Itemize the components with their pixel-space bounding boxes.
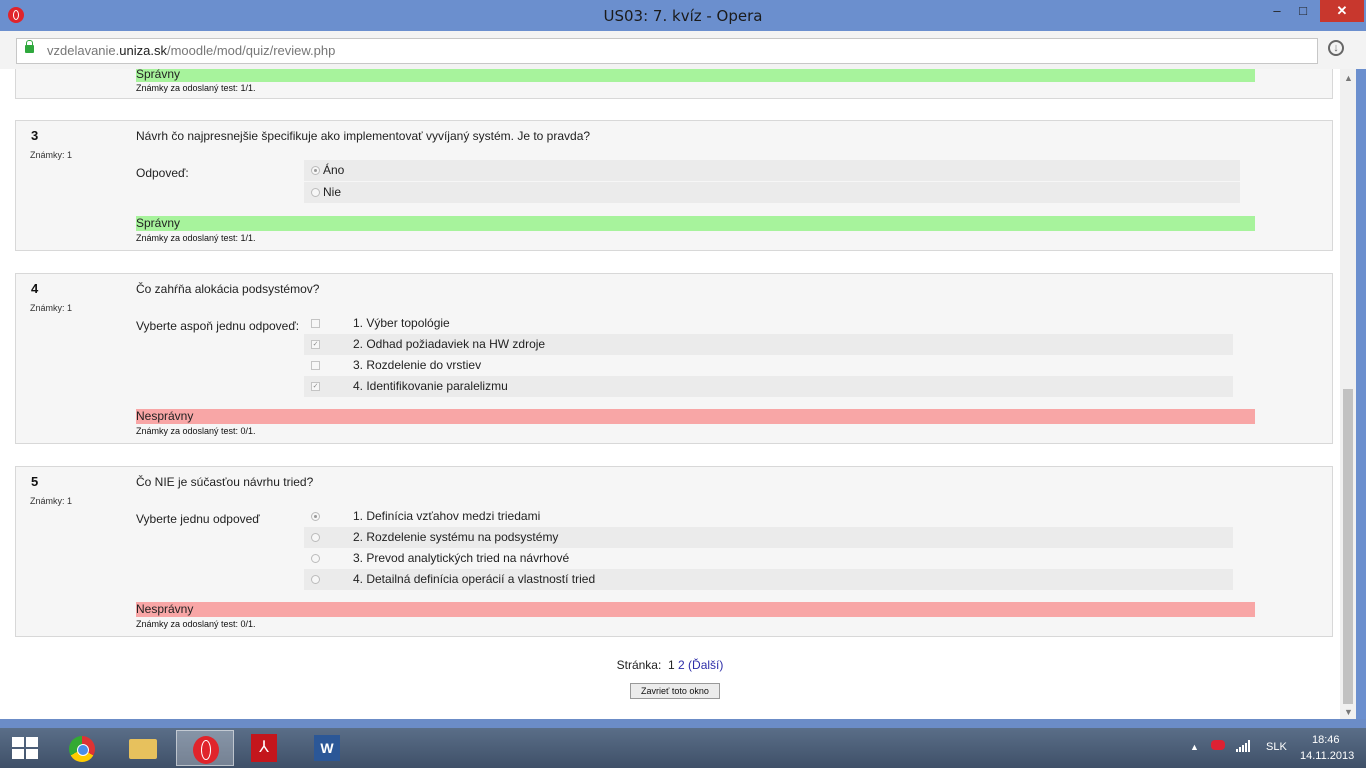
- lock-icon: [25, 40, 34, 53]
- question-5: 5 Známky: 1 Čo NIE je súčasťou návrhu tr…: [15, 466, 1333, 637]
- question-text: Návrh čo najpresnejšie špecifikuje ako i…: [136, 129, 591, 143]
- answer-label: Odpoveď:: [136, 166, 189, 180]
- taskbar: ⅄ W ▲ SLK 18:46 14.11.2013: [0, 728, 1366, 768]
- question-number: 3: [31, 128, 39, 143]
- window-border: [1356, 69, 1366, 719]
- score-text: Známky za odoslaný test: 1/1.: [136, 233, 256, 243]
- answer-option[interactable]: 1. Výber topológie: [304, 313, 1233, 334]
- radio-button[interactable]: [311, 512, 320, 521]
- radio-button[interactable]: [311, 575, 320, 584]
- answer-option[interactable]: ✓ 2. Odhad požiadaviek na HW zdroje: [304, 334, 1233, 355]
- question-marks: Známky: 1: [30, 496, 73, 506]
- radio-button[interactable]: [311, 554, 320, 563]
- answer-option[interactable]: Áno: [304, 160, 1240, 181]
- word-icon: W: [314, 735, 340, 761]
- answer-option[interactable]: 4. Detailná definícia operácií a vlastno…: [304, 569, 1233, 590]
- taskbar-word[interactable]: W: [299, 730, 357, 766]
- question-text: Čo zahŕňa alokácia podsystémov?: [136, 282, 320, 296]
- close-window-button[interactable]: ✕: [1320, 0, 1364, 22]
- maximize-button[interactable]: □: [1290, 0, 1316, 22]
- question-number: 4: [31, 281, 39, 296]
- page-viewport: Správny Známky za odoslaný test: 1/1. 3 …: [0, 69, 1340, 719]
- page-1-link[interactable]: 1: [668, 658, 675, 672]
- answer-option[interactable]: 1. Definícia vzťahov medzi triedami: [304, 506, 1233, 527]
- answer-option[interactable]: Nie: [304, 182, 1240, 203]
- window-title: US03: 7. kvíz - Opera: [603, 7, 763, 25]
- answer-option[interactable]: 3. Prevod analytických tried na návrhové: [304, 548, 1233, 569]
- scroll-up-arrow-icon[interactable]: ▲: [1344, 73, 1353, 83]
- pager-label: Stránka:: [616, 658, 662, 672]
- folder-icon: [129, 739, 157, 759]
- checkbox[interactable]: [311, 361, 320, 370]
- status-badge: Nesprávny: [136, 602, 1255, 617]
- taskbar-opera[interactable]: [176, 730, 234, 766]
- language-indicator[interactable]: SLK: [1266, 741, 1287, 753]
- pagination: Stránka: 1 2 (Ďalší): [0, 658, 1340, 672]
- question-number: 5: [31, 474, 39, 489]
- answer-option[interactable]: 3. Rozdelenie do vrstiev: [304, 355, 1233, 376]
- network-icon[interactable]: [1211, 740, 1225, 750]
- question-box: Správny Známky za odoslaný test: 1/1.: [15, 69, 1333, 99]
- next-page-link[interactable]: (Ďalší): [688, 658, 723, 672]
- windows-start-icon[interactable]: [12, 737, 38, 759]
- score-text: Známky za odoslaný test: 1/1.: [136, 83, 256, 93]
- vertical-scrollbar[interactable]: ▲ ▼: [1340, 69, 1356, 719]
- checkbox[interactable]: ✓: [311, 382, 320, 391]
- score-text: Známky za odoslaný test: 0/1.: [136, 619, 256, 629]
- status-badge: Správny: [136, 216, 1255, 231]
- window-titlebar: US03: 7. kvíz - Opera – □ ✕: [0, 0, 1366, 31]
- clock-time[interactable]: 18:46: [1312, 734, 1340, 746]
- minimize-button[interactable]: –: [1264, 0, 1290, 22]
- taskbar-explorer[interactable]: [115, 730, 173, 766]
- scrollbar-thumb[interactable]: [1343, 389, 1353, 704]
- answer-option[interactable]: ✓ 4. Identifikovanie paralelizmu: [304, 376, 1233, 397]
- address-url[interactable]: vzdelavanie.uniza.sk/moodle/mod/quiz/rev…: [47, 43, 335, 58]
- question-4: 4 Známky: 1 Čo zahŕňa alokácia podsystém…: [15, 273, 1333, 444]
- close-window-page-button[interactable]: Zavrieť toto okno: [630, 683, 720, 699]
- status-badge: Nesprávny: [136, 409, 1255, 424]
- score-text: Známky za odoslaný test: 0/1.: [136, 426, 256, 436]
- checkbox[interactable]: ✓: [311, 340, 320, 349]
- chrome-icon: [69, 736, 95, 762]
- signal-icon[interactable]: [1236, 740, 1250, 752]
- taskbar-chrome[interactable]: [52, 730, 110, 766]
- answer-option[interactable]: 2. Rozdelenie systému na podsystémy: [304, 527, 1233, 548]
- scroll-down-arrow-icon[interactable]: ▼: [1344, 707, 1353, 717]
- question-3: 3 Známky: 1 Návrh čo najpresnejšie špeci…: [15, 120, 1333, 251]
- radio-button[interactable]: [311, 166, 320, 175]
- question-marks: Známky: 1: [30, 150, 73, 160]
- answer-label: Vyberte aspoň jednu odpoveď:: [136, 319, 300, 333]
- page-2-link[interactable]: 2: [678, 658, 685, 672]
- status-badge: Správny: [136, 69, 1255, 82]
- radio-button[interactable]: [311, 188, 320, 197]
- show-hidden-icons-icon[interactable]: ▲: [1190, 742, 1199, 752]
- question-text: Čo NIE je súčasťou návrhu tried?: [136, 475, 314, 489]
- checkbox[interactable]: [311, 319, 320, 328]
- radio-button[interactable]: [311, 533, 320, 542]
- pdf-icon: ⅄: [251, 734, 277, 762]
- answer-label: Vyberte jednu odpoveď: [136, 512, 260, 526]
- address-bar[interactable]: vzdelavanie.uniza.sk/moodle/mod/quiz/rev…: [16, 38, 1318, 64]
- download-icon[interactable]: ↓: [1328, 40, 1344, 56]
- browser-toolbar: vzdelavanie.uniza.sk/moodle/mod/quiz/rev…: [0, 31, 1366, 70]
- opera-icon: [193, 736, 219, 764]
- taskbar-acrobat[interactable]: ⅄: [236, 730, 294, 766]
- clock-date[interactable]: 14.11.2013: [1300, 750, 1354, 762]
- question-marks: Známky: 1: [30, 303, 73, 313]
